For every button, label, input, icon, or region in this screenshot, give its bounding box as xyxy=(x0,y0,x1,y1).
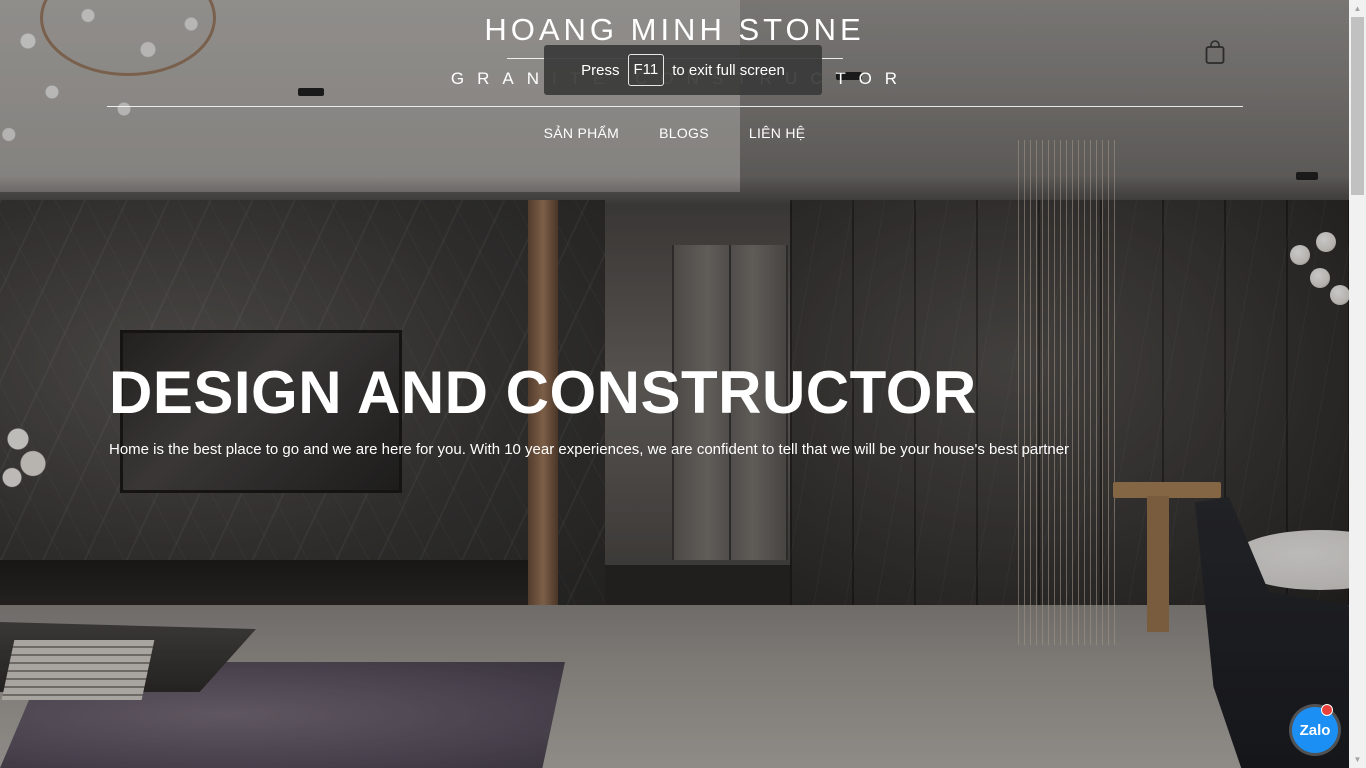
fullscreen-exit-toast: Press F11 to exit full screen xyxy=(544,45,822,95)
nav-item-lien-he[interactable]: LIÊN HỆ xyxy=(749,124,806,142)
scrollbar-thumb[interactable] xyxy=(1351,17,1364,195)
main-nav: SẢN PHẨM BLOGS LIÊN HỆ xyxy=(0,124,1349,142)
toast-key: F11 xyxy=(627,54,665,86)
scroll-down-arrow-icon[interactable]: ▼ xyxy=(1349,751,1366,768)
brand-title: HOANG MINH STONE xyxy=(484,12,865,47)
vertical-scrollbar[interactable]: ▲ ▼ xyxy=(1349,0,1366,768)
hero-title: DESIGN AND CONSTRUCTOR xyxy=(109,359,977,426)
hero-description: Home is the best place to go and we are … xyxy=(109,441,1070,458)
nav-item-blogs[interactable]: BLOGS xyxy=(659,124,709,142)
header-divider xyxy=(107,106,1243,107)
zalo-notification-dot xyxy=(1321,704,1333,716)
toast-prefix: Press xyxy=(581,61,620,79)
shopping-bag-icon[interactable] xyxy=(1204,39,1226,65)
zalo-label: Zalo xyxy=(1299,721,1331,739)
toast-suffix: to exit full screen xyxy=(672,61,785,79)
page: HOANG MINH STONE GRANITE CONSTRUCTOR SẢN… xyxy=(0,0,1349,768)
nav-item-san-pham[interactable]: SẢN PHẨM xyxy=(544,124,620,142)
shopping-bag-icon-graphic xyxy=(1205,40,1225,64)
scroll-up-arrow-icon[interactable]: ▲ xyxy=(1349,0,1366,17)
